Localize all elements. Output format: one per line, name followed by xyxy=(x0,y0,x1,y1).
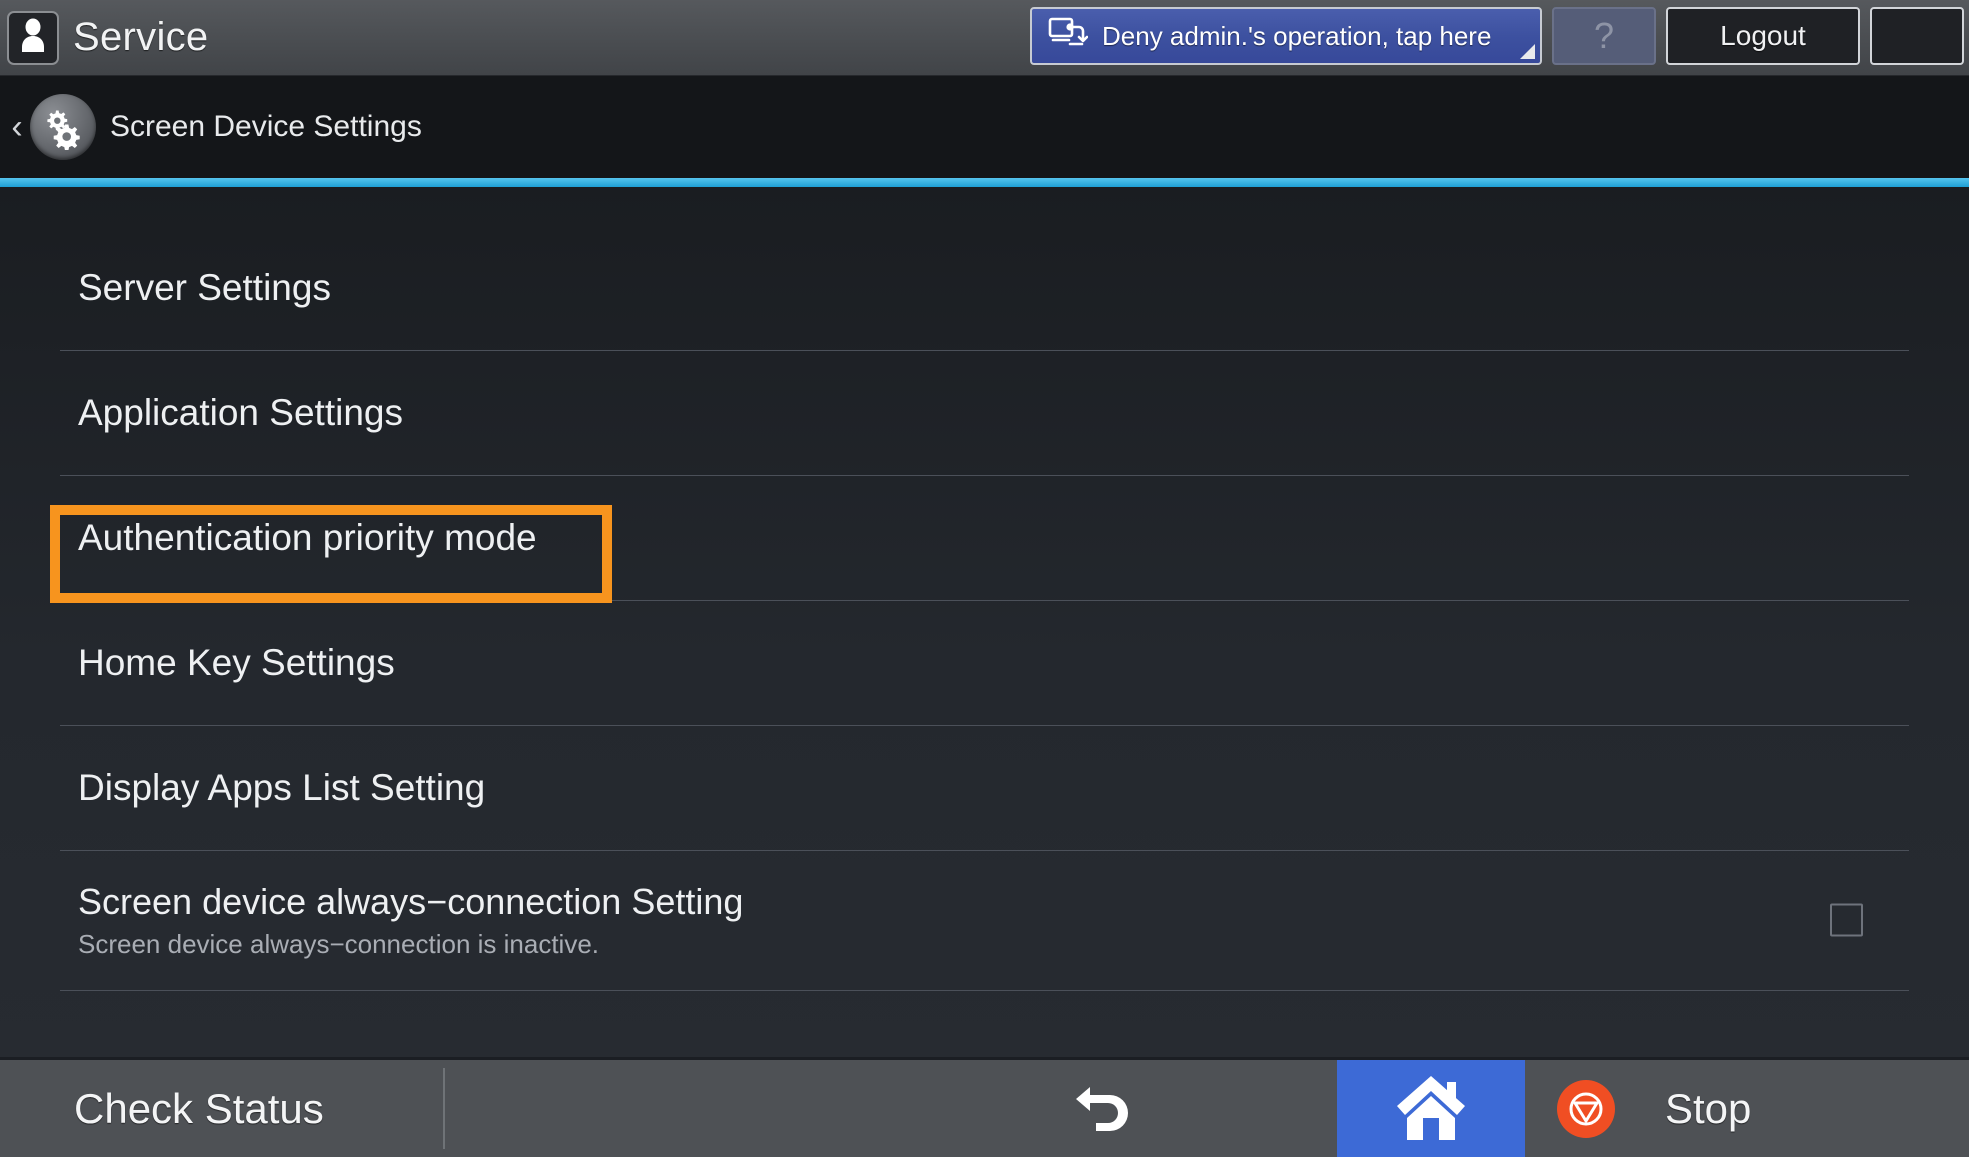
breadcrumb-bar: ‹ Screen Device Settings xyxy=(0,76,1969,178)
undo-arrow-icon xyxy=(1072,1077,1134,1140)
gears-icon xyxy=(30,94,96,160)
list-item-label: Display Apps List Setting xyxy=(78,766,486,808)
stop-circle-icon xyxy=(1557,1079,1615,1138)
sleep-mode-button[interactable] xyxy=(1870,7,1964,65)
list-item-display-apps-list-setting[interactable]: Display Apps List Setting xyxy=(0,725,1969,850)
stop-label: Stop xyxy=(1665,1084,1752,1132)
app-title: Service xyxy=(73,15,209,59)
top-bar-actions: Deny admin.'s operation, tap here ? Logo… xyxy=(1030,4,1964,68)
list-item-authentication-priority-mode[interactable]: Authentication priority mode xyxy=(0,475,1969,600)
crescent-moon-icon xyxy=(1900,15,1934,58)
list-item-sublabel: Screen device always−connection is inact… xyxy=(78,928,600,959)
person-icon xyxy=(18,18,48,57)
screen-device-settings-screen: Service Deny admin.'s operation, tap her… xyxy=(0,0,1969,1157)
list-item-home-key-settings[interactable]: Home Key Settings xyxy=(0,600,1969,725)
accent-divider xyxy=(0,178,1969,187)
list-item-screen-device-always-connection-setting[interactable]: Screen device always−connection Setting … xyxy=(0,850,1969,991)
deny-admin-operation-label: Deny admin.'s operation, tap here xyxy=(1102,20,1492,51)
user-avatar-badge xyxy=(7,10,59,65)
help-button[interactable]: ? xyxy=(1552,7,1656,65)
check-status-button[interactable]: Check Status xyxy=(0,1060,443,1157)
stop-button[interactable]: Stop xyxy=(1459,1060,1969,1157)
logout-label: Logout xyxy=(1720,20,1806,51)
list-item-label: Screen device always−connection Setting xyxy=(78,880,744,922)
expand-corner-indicator xyxy=(1520,44,1535,59)
top-bar: Service Deny admin.'s operation, tap her… xyxy=(0,0,1969,76)
remote-screen-icon xyxy=(1048,16,1089,57)
back-button[interactable] xyxy=(1065,1075,1141,1143)
chevron-left-icon[interactable]: ‹ xyxy=(6,110,28,144)
list-item-label: Application Settings xyxy=(78,391,403,433)
always-connection-checkbox[interactable] xyxy=(1830,903,1863,937)
deny-admin-operation-button[interactable]: Deny admin.'s operation, tap here xyxy=(1030,7,1542,65)
home-icon xyxy=(1393,1070,1469,1147)
help-question-icon: ? xyxy=(1593,15,1615,56)
bottom-bar-center xyxy=(445,1060,1525,1157)
list-item-server-settings[interactable]: Server Settings xyxy=(0,225,1969,350)
list-item-label: Authentication priority mode xyxy=(78,516,537,558)
check-status-label: Check Status xyxy=(74,1084,324,1132)
logout-button[interactable]: Logout xyxy=(1666,7,1860,65)
list-item-label: Home Key Settings xyxy=(78,641,395,683)
settings-list: Server Settings Application Settings Aut… xyxy=(0,187,1969,991)
list-item-label: Server Settings xyxy=(78,266,331,308)
bottom-bar: Check Status Stop xyxy=(0,1060,1969,1157)
list-item-application-settings[interactable]: Application Settings xyxy=(0,350,1969,475)
page-title: Screen Device Settings xyxy=(110,110,422,143)
settings-list-pane: Server Settings Application Settings Aut… xyxy=(0,187,1969,1057)
home-button[interactable] xyxy=(1337,1060,1525,1157)
